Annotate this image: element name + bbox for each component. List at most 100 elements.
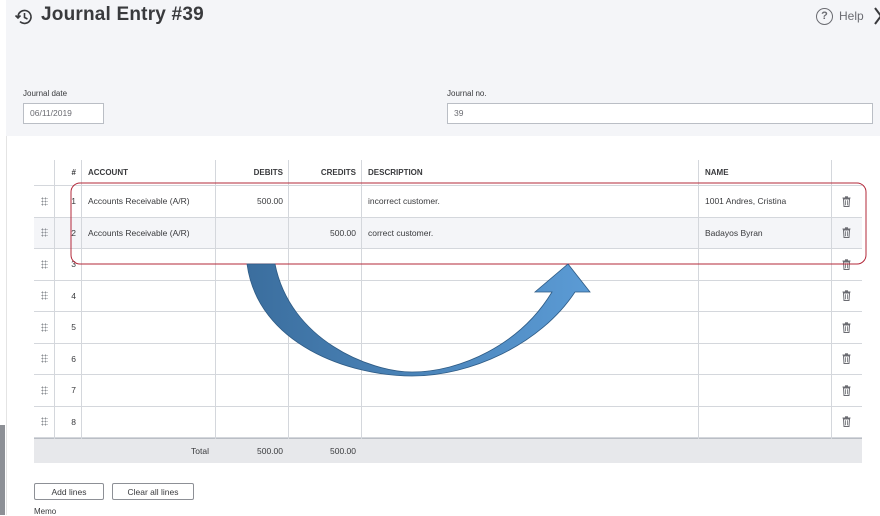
table-row[interactable]: 4 (34, 281, 862, 312)
drag-dots-icon (40, 385, 48, 395)
drag-handle-icon[interactable] (34, 186, 54, 217)
trash-icon[interactable] (831, 312, 862, 343)
journal-no-input[interactable]: 39 (447, 103, 873, 124)
drag-handle-icon[interactable] (34, 407, 54, 438)
credits-cell[interactable] (288, 249, 356, 280)
account-cell[interactable] (88, 249, 213, 280)
table-row[interactable]: 3 (34, 249, 862, 281)
description-cell[interactable]: incorrect customer. (368, 186, 693, 217)
description-cell[interactable]: correct customer. (368, 218, 693, 249)
table-row[interactable]: 7 (34, 375, 862, 407)
col-header-account: ACCOUNT (88, 168, 128, 177)
credits-cell[interactable]: 500.00 (288, 218, 356, 249)
row-number: 2 (71, 227, 76, 238)
name-cell[interactable] (705, 407, 829, 438)
drag-handle-icon[interactable] (34, 344, 54, 375)
drag-handle-icon[interactable] (34, 375, 54, 406)
trash-glyph-icon (842, 259, 851, 270)
column-divider (215, 160, 216, 439)
account-cell[interactable] (88, 281, 213, 312)
col-header-credits: CREDITS (320, 168, 356, 177)
debits-cell[interactable] (215, 249, 283, 280)
debits-cell[interactable]: 500.00 (215, 186, 283, 217)
close-icon[interactable] (874, 6, 880, 26)
clear-all-lines-button[interactable]: Clear all lines (112, 483, 194, 500)
credits-cell[interactable] (288, 375, 356, 406)
drag-dots-icon (40, 322, 48, 332)
table-row[interactable]: 2 Accounts Receivable (A/R) 500.00 correct … (34, 217, 862, 249)
name-cell[interactable] (705, 312, 829, 343)
debits-cell[interactable] (215, 312, 283, 343)
debits-cell[interactable] (215, 218, 283, 249)
left-edge-scroll-strip (0, 425, 5, 515)
total-row: Total 500.00 500.00 (34, 438, 862, 463)
trash-icon[interactable] (831, 281, 862, 312)
trash-icon[interactable] (831, 249, 862, 280)
table-row[interactable]: 8 (34, 407, 862, 438)
drag-dots-icon (40, 228, 48, 238)
journal-date-label: Journal date (23, 89, 68, 98)
table-row[interactable]: 1 Accounts Receivable (A/R) 500.00 incorrec… (34, 186, 862, 218)
row-number: 4 (71, 290, 76, 301)
row-number: 8 (71, 416, 76, 427)
description-cell[interactable] (368, 375, 693, 406)
table-body: 1 Accounts Receivable (A/R) 500.00 incorrec… (34, 186, 862, 438)
column-divider (54, 160, 55, 439)
debits-cell[interactable] (215, 407, 283, 438)
drag-handle-icon[interactable] (34, 281, 54, 312)
help-button[interactable]: ? Help (816, 7, 864, 25)
name-cell[interactable]: 1001 Andres, Cristina (705, 186, 829, 217)
credits-cell[interactable] (288, 344, 356, 375)
col-header-description: DESCRIPTION (368, 168, 423, 177)
name-cell[interactable] (705, 375, 829, 406)
drag-dots-icon (40, 196, 48, 206)
column-divider (831, 160, 832, 439)
trash-icon[interactable] (831, 407, 862, 438)
name-cell[interactable] (705, 281, 829, 312)
table-row[interactable]: 5 (34, 312, 862, 344)
drag-handle-icon[interactable] (34, 312, 54, 343)
trash-icon[interactable] (831, 375, 862, 406)
description-cell[interactable] (368, 281, 693, 312)
total-label: Total (191, 446, 209, 456)
debits-cell[interactable] (215, 375, 283, 406)
account-cell[interactable] (88, 375, 213, 406)
description-cell[interactable] (368, 407, 693, 438)
col-header-number: # (71, 168, 76, 177)
trash-icon[interactable] (831, 344, 862, 375)
help-icon: ? (816, 7, 833, 25)
description-cell[interactable] (368, 312, 693, 343)
trash-glyph-icon (842, 385, 851, 396)
description-cell[interactable] (368, 249, 693, 280)
description-cell[interactable] (368, 344, 693, 375)
journal-date-input[interactable]: 06/11/2019 (23, 103, 104, 124)
column-divider (361, 160, 362, 439)
page-title: Journal Entry #39 (41, 4, 204, 25)
debits-cell[interactable] (215, 281, 283, 312)
add-lines-button[interactable]: Add lines (34, 483, 104, 500)
credits-cell[interactable] (288, 407, 356, 438)
table-row[interactable]: 6 (34, 344, 862, 375)
trash-glyph-icon (842, 353, 851, 365)
account-cell[interactable] (88, 312, 213, 343)
journal-no-label: Journal no. (447, 89, 487, 98)
account-cell[interactable] (88, 344, 213, 375)
account-cell[interactable] (88, 407, 213, 438)
debits-cell[interactable] (215, 344, 283, 375)
trash-icon[interactable] (831, 186, 862, 217)
account-cell[interactable]: Accounts Receivable (A/R) (88, 186, 213, 217)
name-cell[interactable]: Badayos Byran (705, 218, 829, 249)
credits-cell[interactable] (288, 186, 356, 217)
drag-dots-icon (40, 259, 48, 269)
drag-handle-icon[interactable] (34, 249, 54, 280)
trash-glyph-icon (842, 227, 851, 239)
drag-handle-icon[interactable] (34, 218, 54, 249)
history-icon[interactable] (14, 7, 34, 27)
credits-cell[interactable] (288, 312, 356, 343)
trash-icon[interactable] (831, 218, 862, 249)
account-cell[interactable]: Accounts Receivable (A/R) (88, 218, 213, 249)
credits-cell[interactable] (288, 281, 356, 312)
name-cell[interactable] (705, 249, 829, 280)
journal-lines-table: # ACCOUNT DEBITS CREDITS DESCRIPTION NAM… (34, 160, 862, 463)
name-cell[interactable] (705, 344, 829, 375)
